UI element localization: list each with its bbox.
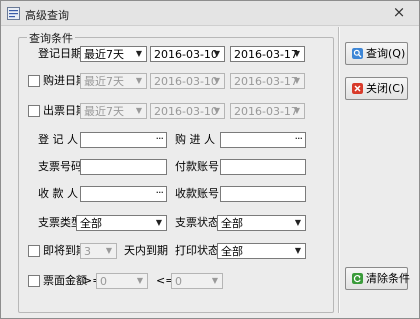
- receive-account-input[interactable]: [220, 186, 306, 202]
- chevron-down-icon: ▼: [155, 218, 163, 227]
- purchase-date-to-value: 2016-03-17: [234, 75, 298, 88]
- chevron-down-icon: ▼: [293, 76, 301, 85]
- reg-date-from-value: 2016-03-10: [154, 48, 218, 61]
- chevron-down-icon: ▼: [213, 49, 221, 58]
- lookup-ellipsis-button[interactable]: ···: [156, 133, 164, 145]
- close-icon: [352, 83, 363, 94]
- purchase-date-from-picker[interactable]: 2016-03-10 ▼: [150, 73, 225, 89]
- reg-date-to-picker[interactable]: 2016-03-17 ▼: [230, 46, 305, 62]
- chevron-down-icon: ▼: [294, 218, 302, 227]
- out-date-to-picker[interactable]: 2016-03-17 ▼: [230, 103, 305, 119]
- print-status-select[interactable]: 全部 ▼: [217, 243, 306, 259]
- reg-date-to-value: 2016-03-17: [234, 48, 298, 61]
- due-days-select[interactable]: 3 ▼: [80, 243, 117, 259]
- reg-date-range-value: 最近7天: [84, 48, 124, 61]
- due-days-suffix: 天内到期: [124, 244, 168, 257]
- out-date-range-select[interactable]: 最近7天 ▼: [80, 103, 147, 119]
- out-date-from-picker[interactable]: 2016-03-10 ▼: [150, 103, 225, 119]
- app-icon: [7, 7, 20, 20]
- chevron-down-icon: ▼: [135, 76, 143, 85]
- close-button-label: 关闭(C): [366, 82, 405, 95]
- registrar-label: 登 记 人: [38, 133, 78, 146]
- payee-input[interactable]: ···: [80, 186, 167, 202]
- window-close-button[interactable]: ×: [389, 3, 409, 23]
- ticket-type-value: 全部: [80, 217, 102, 230]
- pay-account-label: 付款账号: [175, 160, 219, 173]
- lookup-ellipsis-button[interactable]: ···: [156, 187, 164, 199]
- query-button-label: 查询(Q): [366, 47, 406, 60]
- refresh-icon: [352, 273, 363, 284]
- title-bar: 高级查询 ×: [1, 1, 419, 26]
- purchase-date-checkbox[interactable]: [28, 75, 40, 87]
- print-status-label: 打印状态: [175, 244, 219, 257]
- reg-date-label: 登记日期: [38, 47, 82, 60]
- amount-label: 票面金额: [43, 274, 87, 287]
- query-button[interactable]: 查询(Q): [345, 42, 408, 65]
- chevron-down-icon: ▼: [213, 106, 221, 115]
- purchase-date-to-picker[interactable]: 2016-03-17 ▼: [230, 73, 305, 89]
- amount-min-value: 0: [100, 275, 107, 288]
- ticket-status-value: 全部: [221, 217, 243, 230]
- chevron-down-icon: ▼: [135, 49, 143, 58]
- ticket-no-label: 支票号码: [38, 160, 82, 173]
- close-button[interactable]: 关闭(C): [345, 77, 408, 100]
- pay-account-input[interactable]: [220, 159, 306, 175]
- out-date-range-value: 最近7天: [84, 105, 124, 118]
- search-icon: [352, 48, 363, 59]
- chevron-down-icon: ▼: [293, 49, 301, 58]
- registrar-input[interactable]: ···: [80, 132, 167, 148]
- out-date-checkbox[interactable]: [28, 105, 40, 117]
- clear-button-label: 清除条件: [366, 272, 410, 285]
- buyer-input[interactable]: ···: [220, 132, 306, 148]
- ticket-status-select[interactable]: 全部 ▼: [217, 215, 306, 231]
- advanced-query-dialog: 高级查询 × 查询条件 登记日期 最近7天 ▼ 2016-03-10 ▼ 201…: [0, 0, 420, 319]
- ticket-type-select[interactable]: 全部 ▼: [76, 215, 167, 231]
- chevron-down-icon: ▼: [293, 106, 301, 115]
- chevron-down-icon: ▼: [211, 276, 219, 285]
- purchase-date-range-value: 最近7天: [84, 75, 124, 88]
- clear-conditions-button[interactable]: 清除条件: [345, 267, 410, 290]
- out-date-from-value: 2016-03-10: [154, 105, 218, 118]
- amount-max-input[interactable]: 0 ▼: [171, 273, 223, 289]
- due-days-value: 3: [84, 245, 91, 258]
- out-date-to-value: 2016-03-17: [234, 105, 298, 118]
- purchase-date-from-value: 2016-03-10: [154, 75, 218, 88]
- receive-account-label: 收款账号: [175, 187, 219, 200]
- due-soon-checkbox[interactable]: [28, 245, 40, 257]
- amount-min-input[interactable]: 0 ▼: [96, 273, 148, 289]
- reg-date-from-picker[interactable]: 2016-03-10 ▼: [150, 46, 225, 62]
- vertical-separator-highlight: [339, 27, 340, 313]
- group-legend: 查询条件: [27, 30, 75, 46]
- chevron-down-icon: ▼: [136, 276, 144, 285]
- payee-label: 收 款 人: [38, 187, 78, 200]
- chevron-down-icon: ▼: [135, 106, 143, 115]
- window-title: 高级查询: [25, 9, 69, 22]
- purchase-date-range-select[interactable]: 最近7天 ▼: [80, 73, 147, 89]
- print-status-value: 全部: [221, 245, 243, 258]
- chevron-down-icon: ▼: [213, 76, 221, 85]
- reg-date-range-select[interactable]: 最近7天 ▼: [80, 46, 147, 62]
- amount-max-value: 0: [175, 275, 182, 288]
- lookup-ellipsis-button[interactable]: ···: [295, 133, 303, 145]
- chevron-down-icon: ▼: [294, 246, 302, 255]
- buyer-label: 购 进 人: [175, 133, 215, 146]
- ticket-status-label: 支票状态: [175, 216, 219, 229]
- amount-checkbox[interactable]: [28, 275, 40, 287]
- dialog-client-area: 查询条件 登记日期 最近7天 ▼ 2016-03-10 ▼ 2016-03-17…: [8, 27, 413, 313]
- ticket-no-input[interactable]: [80, 159, 167, 175]
- chevron-down-icon: ▼: [105, 246, 113, 255]
